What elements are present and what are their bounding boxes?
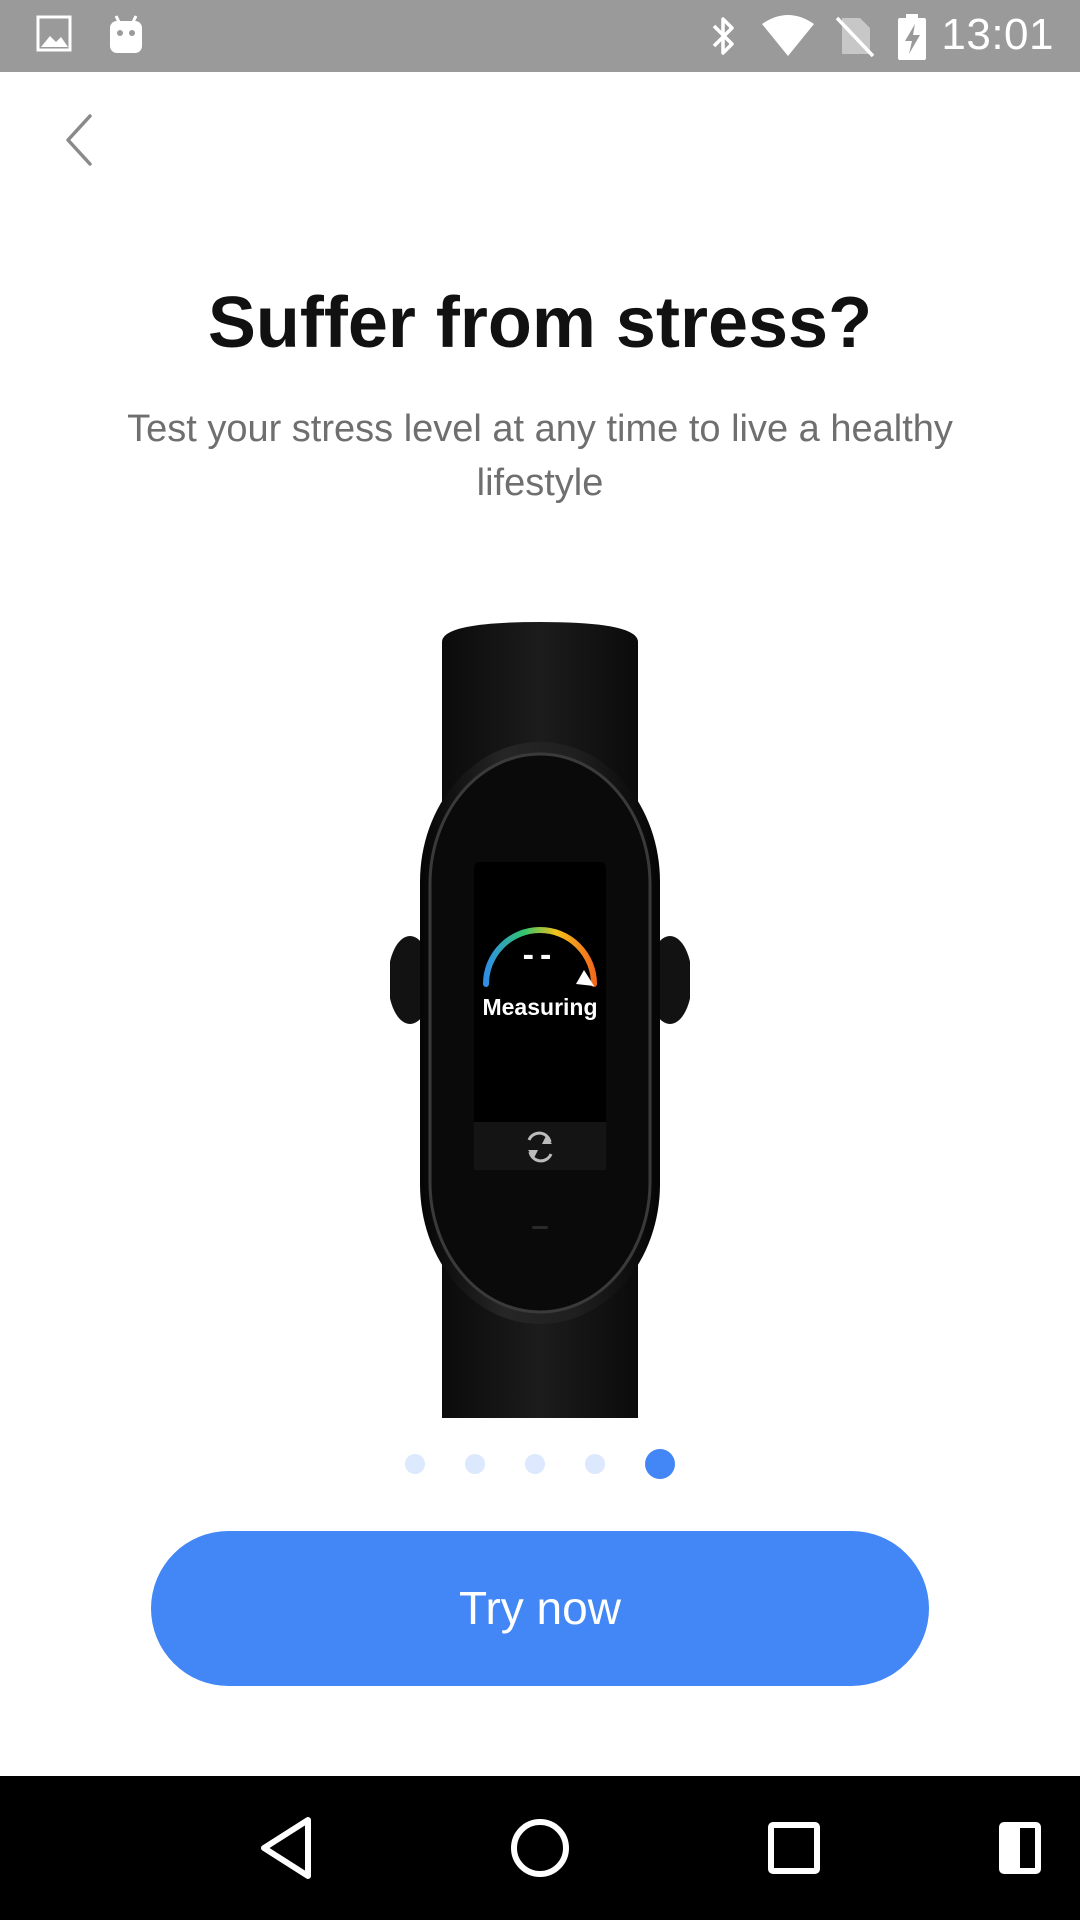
recents-square-icon	[768, 1822, 820, 1874]
page-dot-active[interactable]	[645, 1449, 675, 1479]
home-circle-icon	[511, 1819, 569, 1877]
chevron-left-icon	[66, 114, 92, 166]
measuring-label: Measuring	[482, 994, 598, 1020]
status-bar: 13:01	[0, 0, 1080, 72]
page-dot[interactable]	[405, 1454, 425, 1474]
nav-back-button[interactable]	[226, 1776, 346, 1920]
no-sim-icon	[834, 14, 876, 63]
split-screen-icon	[999, 1822, 1041, 1874]
page-indicator	[0, 1448, 1080, 1480]
page-dot[interactable]	[585, 1454, 605, 1474]
fitness-band-illustration: -- Measuring	[388, 618, 692, 1422]
nav-split-screen-button[interactable]	[960, 1776, 1080, 1920]
back-button[interactable]	[52, 108, 108, 172]
status-time: 13:01	[941, 10, 1054, 59]
battery-charging-icon	[896, 14, 928, 65]
page-title: Suffer from stress?	[207, 283, 873, 363]
android-icon	[106, 14, 146, 61]
page-dot[interactable]	[465, 1454, 485, 1474]
back-triangle-icon	[261, 1817, 311, 1879]
gallery-icon	[36, 14, 72, 59]
nav-recents-button[interactable]	[734, 1776, 854, 1920]
wifi-icon	[760, 14, 816, 63]
page-subtitle: Test your stress level at any time to li…	[127, 408, 953, 504]
stress-value: --	[522, 936, 558, 974]
bluetooth-icon	[706, 14, 740, 63]
try-now-button[interactable]: Try now	[151, 1531, 929, 1686]
navigation-bar	[0, 1776, 1080, 1920]
page-dot[interactable]	[525, 1454, 545, 1474]
nav-home-button[interactable]	[480, 1776, 600, 1920]
